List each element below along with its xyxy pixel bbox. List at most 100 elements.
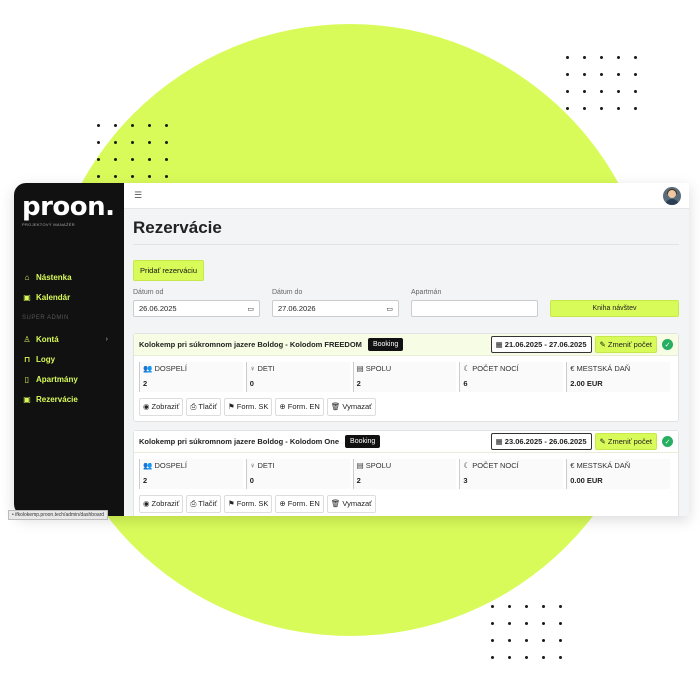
dot [508, 622, 511, 625]
stat-nights: ☾ POČET NOCÍ 6 [459, 362, 564, 392]
dot [165, 124, 168, 127]
stat-value: 2 [143, 379, 148, 388]
sidebar-item-apartmany[interactable]: ▯ Apartmány [14, 369, 124, 389]
dot [559, 639, 562, 642]
decorative-dots [491, 605, 576, 673]
dot [542, 639, 545, 642]
calendar-icon: ▦ [495, 340, 505, 349]
stat-value: 2 [356, 379, 361, 388]
page-content: Rezervácie Pridať rezerváciu Dátum od 26… [124, 209, 689, 516]
delete-button[interactable]: 🗑 Vymazať [326, 495, 376, 513]
dot [525, 639, 528, 642]
calendar-icon[interactable]: ▭ [386, 305, 393, 313]
dot [148, 141, 151, 144]
sidebar-item-rezervacie[interactable]: ▣ Rezervácie [14, 389, 124, 409]
calendar-check-icon: ▣ [23, 394, 31, 404]
source-badge: Booking [367, 338, 404, 351]
dot [600, 90, 603, 93]
dot [542, 605, 545, 608]
clipboard-icon: ▯ [24, 374, 30, 384]
dot [542, 622, 545, 625]
form-en-button[interactable]: ⊕ Form. EN [275, 495, 324, 513]
form-en-button[interactable]: ⊕ Form. EN [275, 398, 324, 416]
dot [97, 141, 100, 144]
date-range-text: 23.06.2025 - 26.06.2025 [504, 437, 587, 446]
apartment-label: Apartmán [411, 289, 442, 296]
date-to-input[interactable]: 27.06.2026 ▭ [272, 300, 399, 317]
stat-total: ▤ SPOLU 2 [352, 459, 457, 489]
calendar-icon[interactable]: ▭ [247, 305, 254, 313]
stat-label: ♀ DETI [250, 364, 350, 373]
date-range-text: 21.06.2025 - 27.06.2025 [504, 340, 587, 349]
sidebar-item-label: Kalendár [36, 292, 71, 302]
stat-value: 3 [463, 476, 468, 485]
dot [634, 90, 637, 93]
reservation-card: Kolokemp pri súkromnom jazere Boldog - K… [133, 333, 679, 422]
main-content: ☰ Rezervácie Pridať rezerváciu Dátum od … [124, 183, 689, 516]
logo[interactable]: proon. PROJEKTOVÝ MANAŽÉR [14, 183, 124, 227]
dot [600, 107, 603, 110]
form-sk-button[interactable]: ⚑ Form. SK [224, 495, 273, 513]
print-button[interactable]: ⎙ Tlačiť [186, 495, 222, 513]
view-button[interactable]: ◉ Zobraziť [139, 495, 184, 513]
reservation-header-actions: ▦ 21.06.2025 - 27.06.2025 ✎ Zmeniť počet… [490, 336, 673, 353]
users-icon: 👥 [143, 364, 153, 373]
stat-label: ▤ SPOLU [357, 364, 457, 373]
sidebar-item-logy[interactable]: ⊓ Logy [14, 349, 124, 369]
stat-children: ♀ DETI 0 [245, 362, 350, 392]
avatar-head [668, 189, 676, 198]
sidebar-item-label: Apartmány [36, 374, 78, 384]
sidebar-item-konta[interactable]: ♙ Kontá › [14, 329, 124, 349]
print-button[interactable]: ⎙ Tlačiť [186, 398, 222, 416]
dot [559, 622, 562, 625]
dot [617, 90, 620, 93]
change-count-button[interactable]: ✎ Zmeniť počet [594, 433, 657, 450]
dot [559, 605, 562, 608]
stat-label: € MESTSKÁ DAŇ [570, 461, 670, 470]
date-from-input[interactable]: 26.06.2025 ▭ [133, 300, 260, 317]
dot [491, 656, 494, 659]
check-circle-icon: ✓ [662, 339, 673, 350]
change-count-button[interactable]: ✎ Zmeniť počet [594, 336, 657, 353]
dot [131, 175, 134, 178]
reservation-header-actions: ▦ 23.06.2025 - 26.06.2025 ✎ Zmeniť počet… [490, 433, 673, 450]
globe-icon: ⊕ [279, 402, 286, 411]
sidebar-item-nastenka[interactable]: ⌂ Nástenka [14, 267, 124, 287]
date-range-badge: ▦ 21.06.2025 - 27.06.2025 [490, 336, 592, 353]
sidebar-item-kalendar[interactable]: ▣ Kalendár [14, 287, 124, 307]
guestbook-button[interactable]: Kniha návštev [550, 300, 679, 317]
edit-icon: ✎ [599, 437, 608, 446]
page-title: Rezervácie [133, 217, 679, 245]
dot [114, 124, 117, 127]
reservation-title: Kolokemp pri súkromnom jazere Boldog - K… [139, 340, 362, 349]
avatar[interactable] [663, 186, 681, 205]
form-en-label: Form. EN [287, 499, 320, 508]
sidebar-item-label: Rezervácie [36, 394, 78, 404]
stat-nights: ☾ POČET NOCÍ 3 [459, 459, 564, 489]
apartment-input[interactable] [411, 300, 538, 317]
hamburger-icon[interactable]: ☰ [134, 190, 142, 201]
dot [634, 73, 637, 76]
dot [491, 622, 494, 625]
stat-label: 👥 DOSPELÍ [143, 364, 243, 373]
dot [97, 158, 100, 161]
add-reservation-button[interactable]: Pridať rezerváciu [133, 260, 205, 281]
logo-tagline: PROJEKTOVÝ MANAŽÉR [22, 222, 75, 227]
form-sk-button[interactable]: ⚑ Form. SK [224, 398, 273, 416]
date-to-label: Dátum do [272, 289, 303, 296]
user-icon: ♙ [23, 334, 31, 344]
dot [542, 656, 545, 659]
stat-label-text: MESTSKÁ DAŇ [576, 364, 631, 373]
logo-text: proon. [22, 192, 115, 222]
sidebar-item-label: Logy [36, 354, 56, 364]
form-sk-label: Form. SK [236, 499, 269, 508]
check-circle-icon: ✓ [662, 436, 673, 447]
printer-icon: ⎙ [190, 499, 197, 508]
dot [600, 73, 603, 76]
calendar-icon: ▣ [23, 292, 31, 302]
dot [114, 158, 117, 161]
stat-value: 2 [356, 476, 361, 485]
delete-button[interactable]: 🗑 Vymazať [326, 398, 376, 416]
sidebar: proon. PROJEKTOVÝ MANAŽÉR ⌂ Nástenka ▣ K… [14, 183, 124, 516]
view-button[interactable]: ◉ Zobraziť [139, 398, 184, 416]
